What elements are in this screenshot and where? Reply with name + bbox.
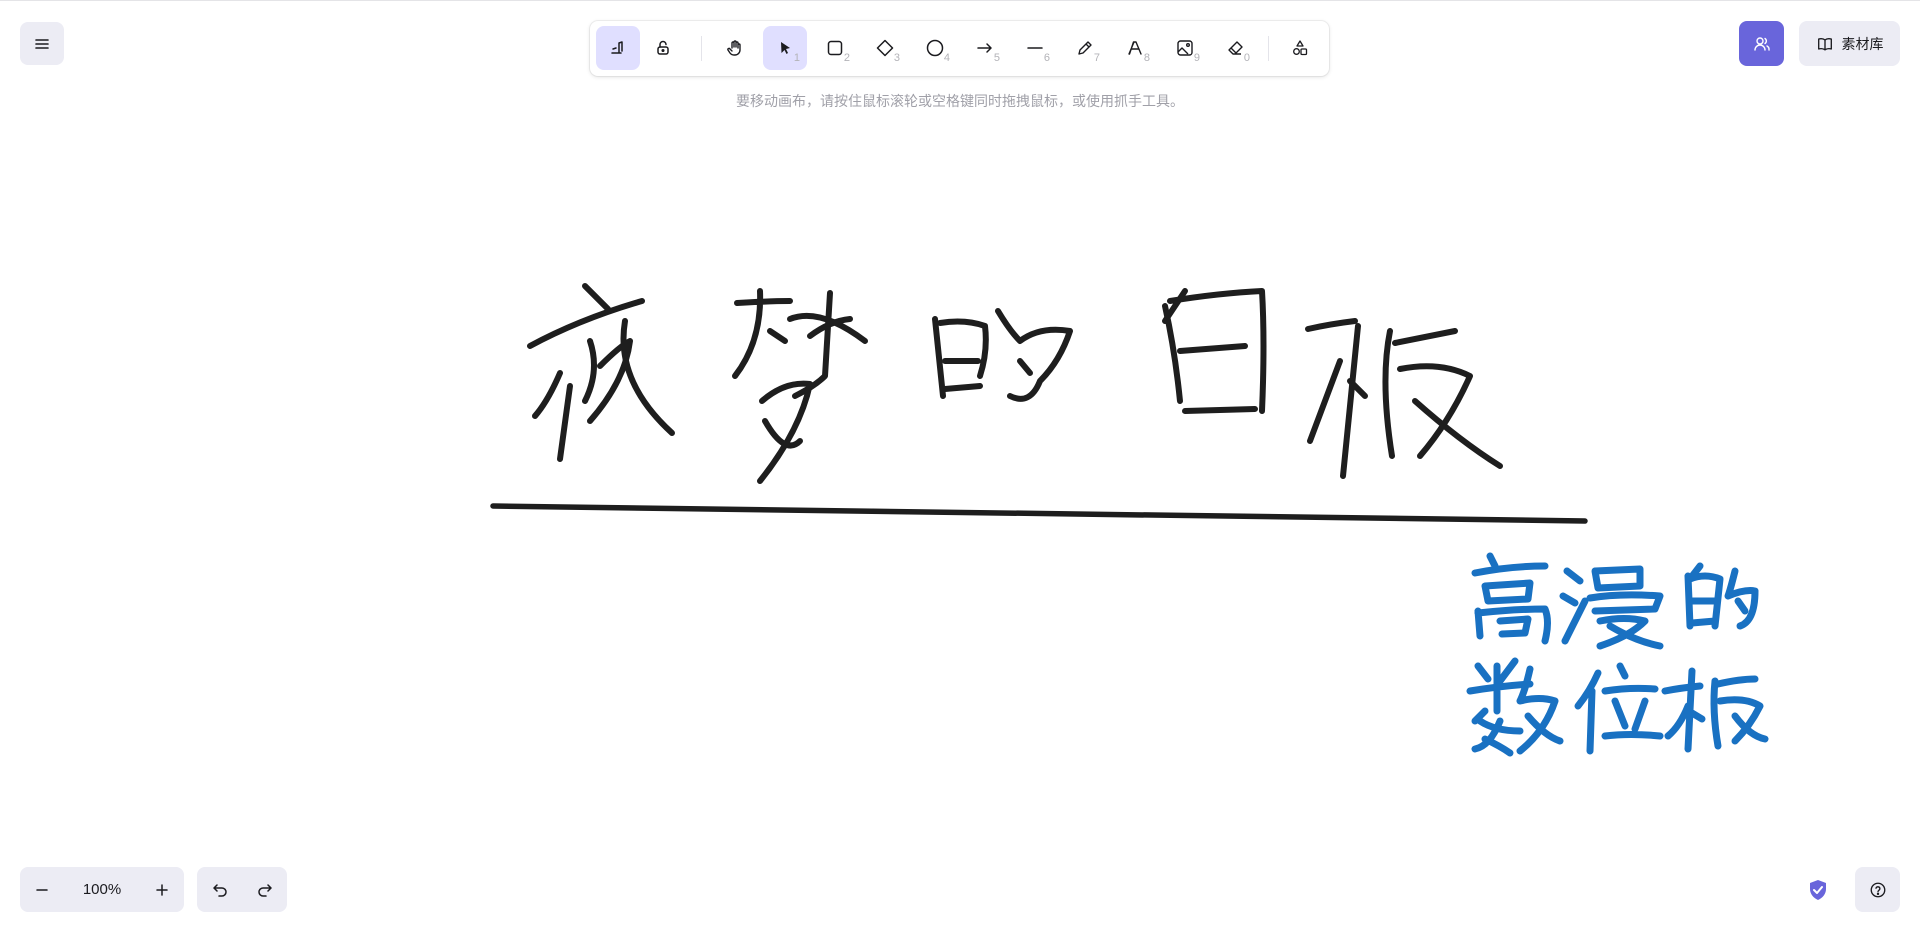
zoom-controls: 100% bbox=[20, 867, 184, 912]
diamond-icon bbox=[876, 39, 894, 57]
arrow-icon bbox=[977, 43, 992, 53]
text-icon bbox=[1128, 41, 1142, 55]
book-icon bbox=[1817, 37, 1832, 51]
tool-key: 4 bbox=[943, 52, 950, 64]
ellipse-icon bbox=[926, 39, 944, 57]
minus-icon bbox=[36, 888, 48, 891]
tool-draw[interactable]: 7 bbox=[1063, 26, 1107, 70]
rectangle-icon bbox=[827, 40, 843, 56]
tool-lock[interactable] bbox=[641, 26, 685, 70]
redo-button[interactable] bbox=[245, 867, 285, 912]
tool-eraser[interactable]: 0 bbox=[1213, 26, 1257, 70]
pen-mode-icon bbox=[611, 41, 623, 54]
undo-button[interactable] bbox=[200, 867, 240, 912]
pencil-icon bbox=[1078, 41, 1092, 55]
handwriting-drawing[interactable] bbox=[0, 1, 1920, 933]
tool-hand[interactable] bbox=[713, 26, 757, 70]
shield-check-icon[interactable] bbox=[1806, 878, 1830, 902]
users-icon bbox=[1753, 36, 1770, 51]
zoom-out-button[interactable] bbox=[20, 867, 64, 912]
help-button[interactable] bbox=[1855, 867, 1900, 912]
eraser-icon bbox=[1228, 41, 1243, 55]
library-button[interactable]: 素材库 bbox=[1799, 21, 1900, 66]
undo-icon bbox=[212, 883, 227, 897]
shapes-icon bbox=[1293, 40, 1308, 56]
collaborate-button[interactable] bbox=[1739, 21, 1784, 66]
history-controls bbox=[197, 867, 287, 912]
tool-key: 5 bbox=[993, 52, 1000, 64]
tool-rectangle[interactable]: 2 bbox=[813, 26, 857, 70]
question-icon bbox=[1870, 882, 1885, 897]
tool-selection[interactable]: 1 bbox=[763, 26, 807, 70]
tool-key: 9 bbox=[1193, 52, 1200, 64]
line-icon bbox=[1027, 47, 1043, 49]
toolbar-divider bbox=[701, 36, 702, 61]
tool-text[interactable]: 8 bbox=[1113, 26, 1157, 70]
unlock-icon bbox=[657, 40, 669, 55]
tool-key: 7 bbox=[1093, 52, 1100, 64]
plus-icon bbox=[156, 883, 168, 896]
blue-handwriting[interactable] bbox=[1466, 552, 1769, 757]
toolbar-divider bbox=[1268, 36, 1269, 61]
tool-key: 1 bbox=[793, 52, 800, 64]
tool-arrow[interactable]: 5 bbox=[963, 26, 1007, 70]
zoom-reset-button[interactable]: 100% bbox=[64, 881, 140, 898]
redo-icon bbox=[257, 883, 272, 897]
library-label: 素材库 bbox=[1841, 36, 1884, 53]
main-menu-button[interactable] bbox=[20, 22, 64, 65]
black-handwriting[interactable] bbox=[490, 283, 1588, 524]
tool-more-shapes[interactable] bbox=[1278, 26, 1322, 70]
whiteboard-canvas[interactable] bbox=[0, 0, 1920, 932]
tool-ellipse[interactable]: 4 bbox=[913, 26, 957, 70]
shape-toolbar: 1 2 3 4 5 6 7 8 9 0 bbox=[590, 21, 1329, 76]
tool-key: 8 bbox=[1143, 52, 1150, 64]
pointer-icon bbox=[781, 42, 790, 54]
tool-key: 6 bbox=[1043, 52, 1050, 64]
tool-image[interactable]: 9 bbox=[1163, 26, 1207, 70]
tool-diamond[interactable]: 3 bbox=[863, 26, 907, 70]
tool-key: 0 bbox=[1243, 52, 1250, 64]
tool-pen-mode[interactable] bbox=[596, 26, 640, 70]
zoom-in-button[interactable] bbox=[140, 867, 184, 912]
tool-line[interactable]: 6 bbox=[1013, 26, 1057, 70]
hand-icon bbox=[727, 40, 741, 56]
tool-key: 2 bbox=[843, 52, 850, 64]
hamburger-icon bbox=[35, 38, 49, 49]
tool-key: 3 bbox=[893, 52, 900, 64]
image-icon bbox=[1177, 40, 1193, 56]
canvas-hint: 要移动画布，请按住鼠标滚轮或空格键同时拖拽鼠标，或使用抓手工具。 bbox=[736, 94, 1184, 110]
